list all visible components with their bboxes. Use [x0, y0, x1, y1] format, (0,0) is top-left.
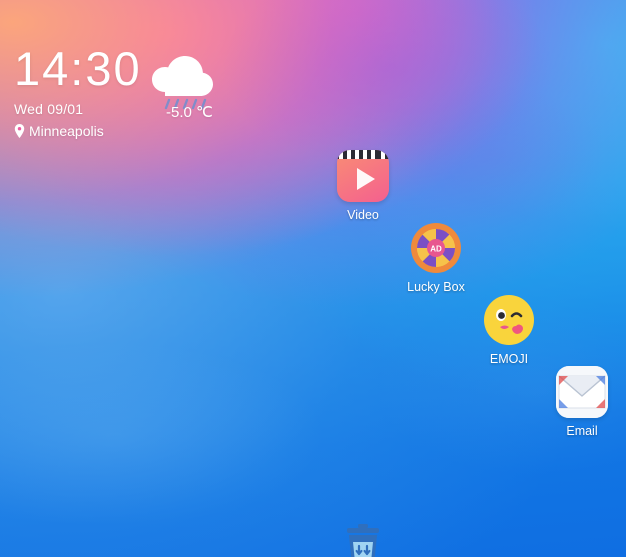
app-icon-email[interactable]: Email	[539, 366, 625, 438]
widget-temperature: -5.0 ℃	[166, 104, 213, 121]
home-screen: 14:30 Wed 09/01 Minneapolis -5.0 ℃ Video…	[0, 0, 626, 557]
app-icon-junk-cleaner[interactable]: Junk Cleaner	[320, 520, 406, 557]
app-label: EMOJI	[489, 352, 529, 366]
app-icon-video[interactable]: Video	[320, 150, 406, 222]
app-label: Email	[566, 424, 598, 438]
widget-location: Minneapolis	[14, 123, 314, 139]
widget-location-text: Minneapolis	[29, 123, 104, 139]
clock-weather-widget[interactable]: 14:30 Wed 09/01 Minneapolis -5.0 ℃	[14, 44, 314, 139]
emoji-icon	[483, 294, 535, 346]
app-icon-lucky-box[interactable]: AD Lucky Box	[393, 222, 479, 294]
app-label: Lucky Box	[407, 280, 465, 294]
video-icon	[337, 150, 389, 202]
email-icon	[556, 366, 608, 418]
lucky-box-icon: AD	[410, 222, 462, 274]
trash-can-icon	[337, 520, 389, 557]
app-label: Video	[347, 208, 379, 222]
svg-text:AD: AD	[430, 245, 442, 254]
map-pin-icon	[14, 124, 25, 138]
app-icon-emoji[interactable]: EMOJI	[466, 294, 552, 366]
